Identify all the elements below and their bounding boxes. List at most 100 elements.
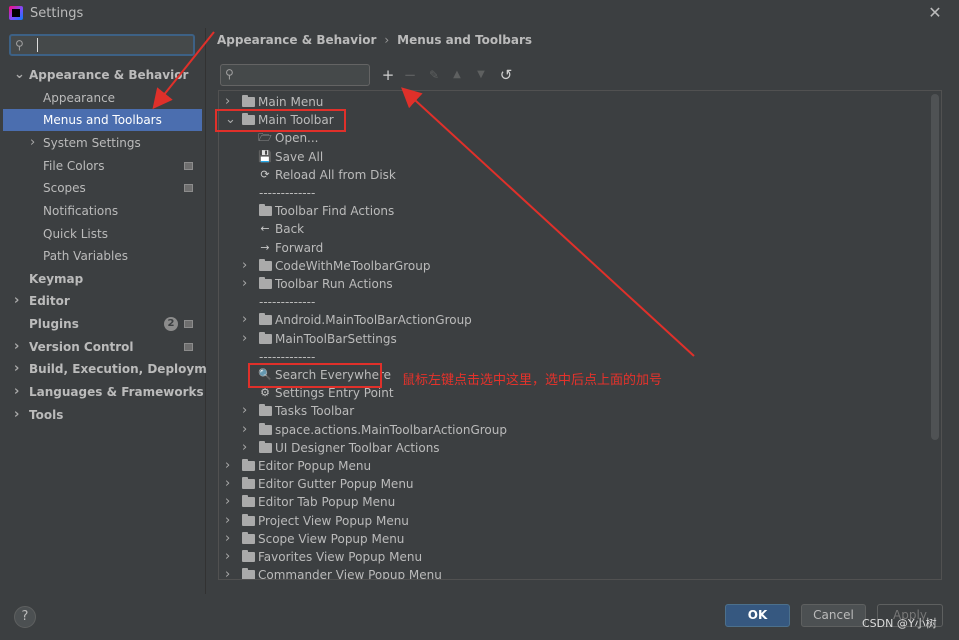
tree-row[interactable]: › Tasks Toolbar <box>219 402 939 420</box>
sidebar-item-label: Build, Execution, Deployment <box>29 362 230 376</box>
chevron-right-icon[interactable]: › <box>225 566 235 579</box>
chevron-right-icon[interactable]: › <box>242 311 252 329</box>
tree-row[interactable]: › Android.MainToolBarActionGroup <box>219 311 939 329</box>
breadcrumb-item-menus-toolbars: Menus and Toolbars <box>397 33 533 47</box>
project-settings-icon <box>184 343 193 351</box>
sidebar-item-quick-lists[interactable]: Quick Lists <box>3 223 202 245</box>
sidebar-item-version-control[interactable]: › Version Control <box>3 336 202 358</box>
sidebar-item-build-execution-deployment[interactable]: › Build, Execution, Deployment <box>3 358 229 380</box>
move-up-button[interactable]: ▲ <box>448 65 466 85</box>
tree-row[interactable]: → Forward <box>219 239 939 257</box>
chevron-right-icon[interactable]: › <box>225 493 235 511</box>
sidebar-item-appearance-behavior[interactable]: ⌄ Appearance & Behavior <box>3 64 202 86</box>
project-settings-icon <box>184 320 193 328</box>
breadcrumb-item-appearance-behavior[interactable]: Appearance & Behavior <box>217 33 376 47</box>
tree-row[interactable]: › Project View Popup Menu <box>219 512 939 530</box>
folder-icon <box>242 495 255 508</box>
tree-row[interactable]: › MainToolBarSettings <box>219 330 939 348</box>
move-down-button[interactable]: ▼ <box>472 65 490 85</box>
sidebar-item-languages-frameworks[interactable]: › Languages & Frameworks <box>3 381 204 403</box>
tree-row[interactable]: › Editor Popup Menu <box>219 457 939 475</box>
chevron-right-icon[interactable]: › <box>225 512 235 530</box>
annotation-box-search-everywhere <box>248 363 382 388</box>
folder-icon <box>259 258 272 271</box>
tree-row[interactable]: › space.actions.MainToolbarActionGroup <box>219 421 939 439</box>
chevron-down-icon[interactable]: ⌄ <box>14 64 25 86</box>
tree-row-label: MainToolBarSettings <box>275 331 397 346</box>
chevron-right-icon[interactable]: › <box>14 290 19 312</box>
plugin-updates-badge: 2 <box>164 317 178 331</box>
sidebar-item-path-variables[interactable]: Path Variables <box>3 245 202 267</box>
folder-icon <box>242 550 255 562</box>
sidebar-item-file-colors[interactable]: File Colors <box>3 155 202 177</box>
sidebar-item-label: Appearance <box>43 91 116 105</box>
annotation-instruction-text: 鼠标左键点击选中这里，选中后点上面的加号 <box>402 373 663 388</box>
sidebar-item-tools[interactable]: › Tools <box>3 404 202 426</box>
tree-row[interactable]: ⟳ Reload All from Disk <box>219 166 939 184</box>
sidebar-item-system-settings[interactable]: › System Settings <box>3 132 202 154</box>
close-button[interactable]: ✕ <box>926 4 944 22</box>
chevron-right-icon[interactable]: › <box>225 530 235 548</box>
chevron-right-icon[interactable]: › <box>30 132 35 154</box>
tree-row[interactable]: › Favorites View Popup Menu <box>219 548 939 566</box>
chevron-right-icon[interactable]: › <box>14 358 19 380</box>
sidebar-item-menus-and-toolbars[interactable]: Menus and Toolbars <box>3 109 202 131</box>
chevron-right-icon[interactable]: › <box>225 457 235 475</box>
chevron-right-icon[interactable]: › <box>242 439 252 457</box>
tree-row[interactable]: › Toolbar Run Actions <box>219 275 939 293</box>
chevron-right-icon[interactable]: › <box>14 336 19 358</box>
cancel-button[interactable]: Cancel <box>801 604 866 627</box>
sidebar-item-scopes[interactable]: Scopes <box>3 177 202 199</box>
tree-row[interactable]: › Editor Gutter Popup Menu <box>219 475 939 493</box>
sidebar-item-label: File Colors <box>43 159 105 173</box>
sidebar-item-editor[interactable]: › Editor <box>3 290 202 312</box>
save-icon: 💾 <box>258 149 272 163</box>
chevron-right-icon[interactable]: › <box>14 381 19 403</box>
chevron-right-icon[interactable]: › <box>242 330 252 348</box>
tree-row[interactable]: › Scope View Popup Menu <box>219 530 939 548</box>
tree-row[interactable]: Toolbar Find Actions <box>219 202 939 220</box>
chevron-right-icon[interactable]: › <box>242 402 252 420</box>
tree-row-label: ------------- <box>259 186 316 200</box>
tree-row[interactable]: › CodeWithMeToolbarGroup <box>219 257 939 275</box>
folder-icon <box>259 440 272 453</box>
restore-defaults-button[interactable]: ↺ <box>497 65 515 85</box>
help-button[interactable]: ? <box>14 606 36 628</box>
sidebar-item-plugins[interactable]: Plugins 2 <box>3 313 202 335</box>
sidebar-item-keymap[interactable]: Keymap <box>3 268 202 290</box>
actions-search-input[interactable]: ⚲ <box>220 64 370 86</box>
chevron-right-icon[interactable]: › <box>225 475 235 493</box>
tree-row-label: Save All <box>275 149 324 164</box>
sidebar-item-label: Path Variables <box>43 249 129 263</box>
chevron-right-icon[interactable]: › <box>225 548 235 566</box>
add-action-button[interactable]: + <box>379 65 397 85</box>
tree-row-label: Editor Gutter Popup Menu <box>258 477 414 492</box>
window-title: Settings <box>30 6 84 21</box>
tree-row-label: Editor Tab Popup Menu <box>258 495 396 510</box>
tree-row[interactable]: 🗁 Open... <box>219 129 939 147</box>
arrow-left-icon: ← <box>260 222 270 236</box>
tree-row[interactable]: 💾 Save All <box>219 148 939 166</box>
actions-tree[interactable]: › Main Menu ⌄ Main Toolbar 🗁 Open... 💾 Save All… <box>218 90 942 580</box>
tree-row[interactable]: › Editor Tab Popup Menu <box>219 493 939 511</box>
settings-search-input[interactable]: ⚲ <box>9 34 195 56</box>
remove-action-button[interactable]: − <box>401 65 419 85</box>
chevron-right-icon[interactable]: › <box>242 421 252 439</box>
edit-icon-button[interactable]: ✎ <box>425 65 443 85</box>
folder-icon <box>242 95 255 107</box>
tree-row[interactable]: › UI Designer Toolbar Actions <box>219 439 939 457</box>
ok-button[interactable]: OK <box>725 604 790 627</box>
chevron-right-icon[interactable]: › <box>242 257 252 275</box>
tree-row-label: Editor Popup Menu <box>258 459 372 473</box>
tree-scrollbar[interactable] <box>931 94 939 440</box>
folder-icon <box>242 477 255 490</box>
sidebar-item-notifications[interactable]: Notifications <box>3 200 202 222</box>
project-settings-icon <box>184 184 193 192</box>
sidebar-item-appearance[interactable]: Appearance <box>3 87 202 109</box>
chevron-right-icon[interactable]: › <box>14 404 19 426</box>
tree-row-label: Commander View Popup Menu <box>258 568 442 580</box>
tree-row[interactable]: ← Back <box>219 220 939 238</box>
tree-row-label: Tasks Toolbar <box>275 404 355 419</box>
chevron-right-icon[interactable]: › <box>242 275 252 293</box>
tree-row[interactable]: › Commander View Popup Menu <box>219 566 939 580</box>
